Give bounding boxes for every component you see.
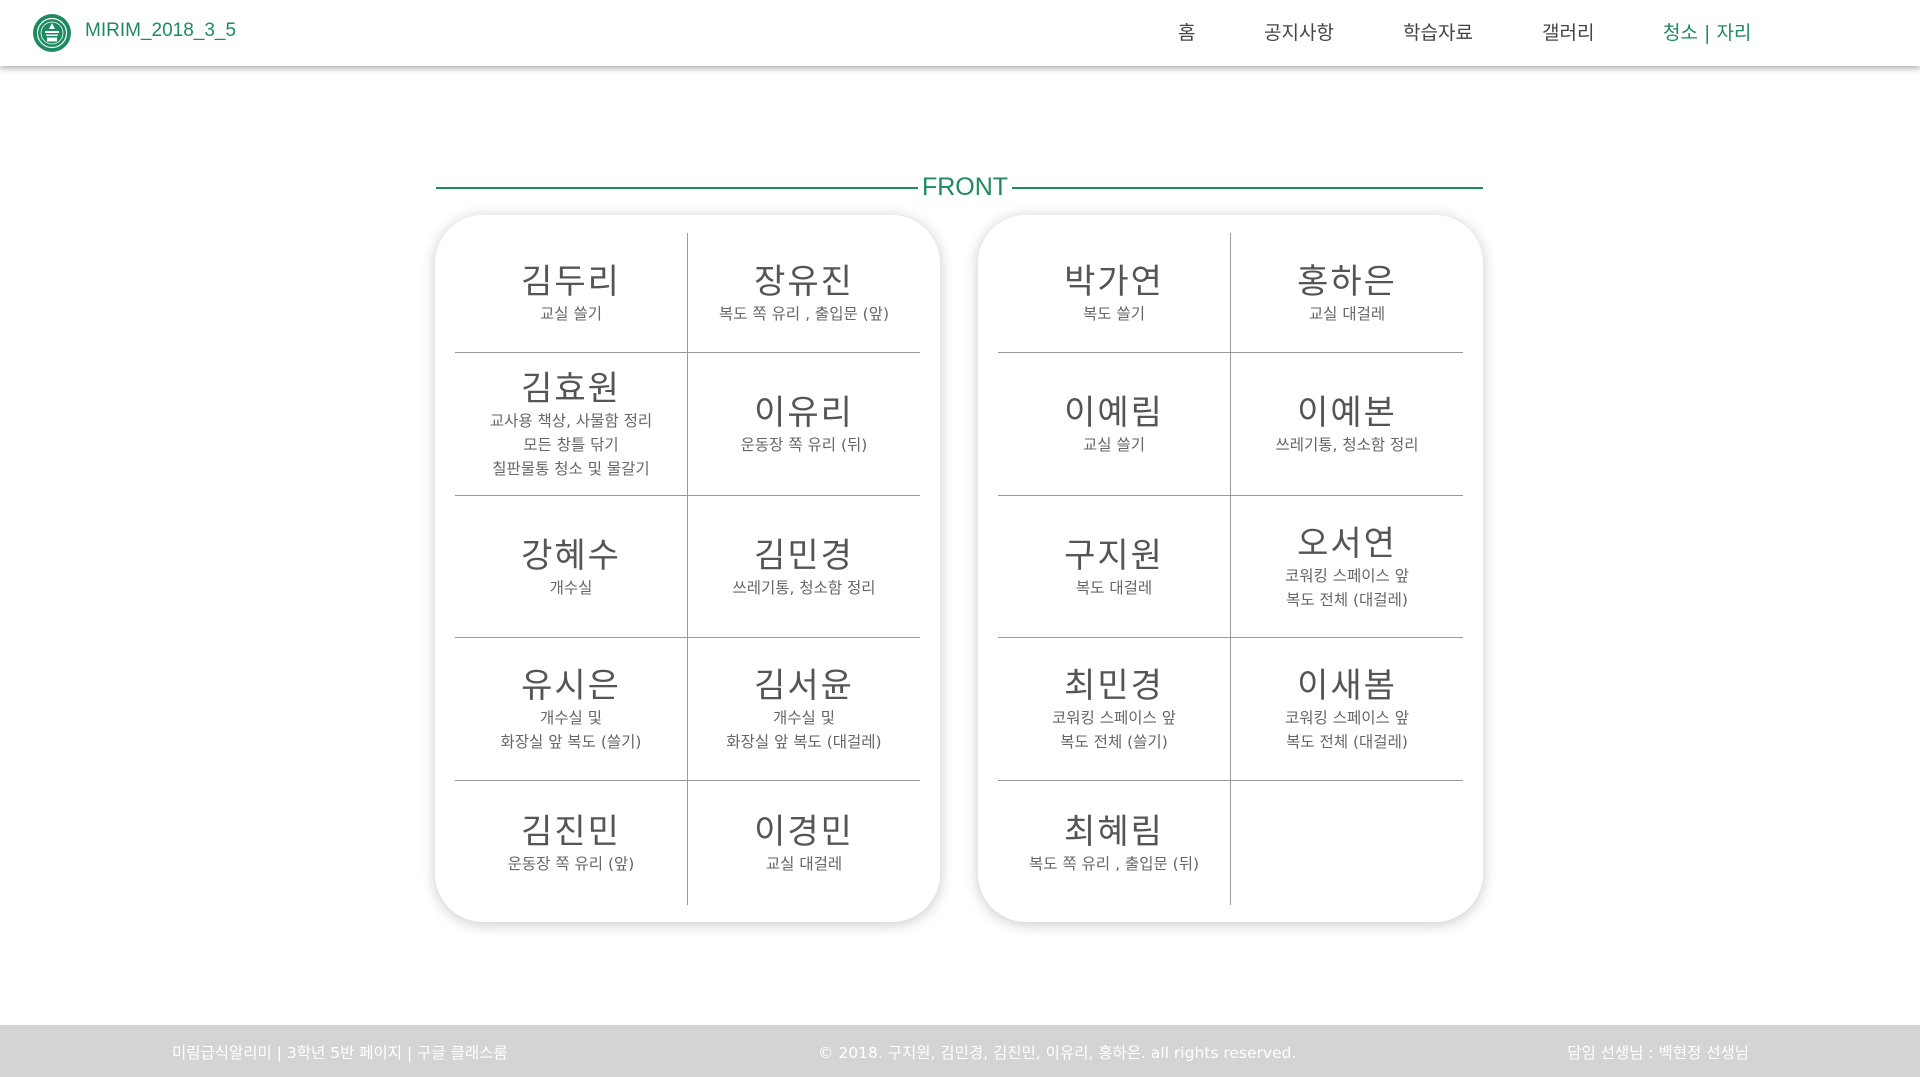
- seat-cell: 김서윤 개수실 및 화장실 앞 복도 (대걸레): [688, 638, 920, 781]
- page-footer: 미림급식알리미 | 3학년 5반 페이지 | 구글 클래스룸 © 2018. 구…: [0, 1025, 1920, 1077]
- student-name: 최혜림: [1064, 812, 1164, 852]
- cleaning-duty: 교실 대걸레: [1308, 304, 1386, 323]
- student-name: 유시은: [521, 666, 621, 706]
- seat-cell: 이유리 운동장 쪽 유리 (뒤): [688, 353, 920, 496]
- seat-cell-empty: [1231, 781, 1463, 905]
- student-name: 김효원: [521, 369, 621, 409]
- cleaning-duty: 교실 쓸기: [1083, 436, 1145, 454]
- nav-gallery[interactable]: 갤러리: [1542, 18, 1594, 45]
- seat-cell: 김진민 운동장 쪽 유리 (앞): [455, 781, 688, 905]
- student-name: 김진민: [521, 812, 621, 852]
- seat-cell: 이예본 쓰레기통, 청소함 정리: [1231, 353, 1463, 496]
- top-navbar: MIRIM_2018_3_5 홈 공지사항 학습자료 갤러리 청소 | 자리: [0, 0, 1920, 66]
- seat-cell: 구지원 복도 대걸레: [998, 496, 1231, 638]
- seat-cell: 오서연 코워킹 스페이스 앞 복도 전체 (대걸레): [1231, 496, 1463, 638]
- cleaning-duty: 코워킹 스페이스 앞 복도 전체 (대걸레): [1285, 709, 1409, 751]
- seating-board-right: 박가연 복도 쓸기 홍하은 교실 대걸레 이예림 교실 쓸기 이예본 쓰레기통,…: [978, 215, 1483, 922]
- cleaning-duty: 복도 대걸레: [1075, 578, 1153, 597]
- seat-cell: 이경민 교실 대걸레: [688, 781, 920, 905]
- cleaning-duty: 복도 쪽 유리 , 출입문 (앞): [719, 304, 889, 323]
- cleaning-duty: 운동장 쪽 유리 (앞): [507, 855, 635, 873]
- cleaning-duty: 운동장 쪽 유리 (뒤): [740, 436, 868, 454]
- main-nav: 홈 공지사항 학습자료 갤러리 청소 | 자리: [0, 18, 1920, 48]
- seating-board-left: 김두리 교실 쓸기 장유진 복도 쪽 유리 , 출입문 (앞) 김효원 교사용 …: [435, 215, 940, 922]
- nav-cleaning-seats[interactable]: 청소 | 자리: [1663, 18, 1751, 45]
- student-name: 이유리: [754, 393, 854, 433]
- cleaning-duty: 개수실 및 화장실 앞 복도 (대걸레): [726, 709, 882, 751]
- cleaning-duty: 코워킹 스페이스 앞 복도 전체 (대걸레): [1285, 566, 1409, 609]
- cleaning-duty: 교실 쓸기: [540, 304, 602, 323]
- student-name: 오서연: [1297, 523, 1397, 564]
- seat-cell: 김민경 쓰레기통, 청소함 정리: [688, 496, 920, 638]
- cleaning-duty: 개수실 및 화장실 앞 복도 (쓸기): [500, 709, 642, 751]
- cleaning-duty: 복도 쓸기: [1083, 304, 1145, 323]
- seat-cell: 강혜수 개수실: [455, 496, 688, 638]
- cleaning-duty: 쓰레기통, 청소함 정리: [1275, 436, 1419, 454]
- cleaning-duty: 쓰레기통, 청소함 정리: [732, 578, 876, 597]
- footer-teacher: 담임 선생님 : 백현정 선생님: [1567, 1044, 1749, 1062]
- seat-cell: 이예림 교실 쓸기: [998, 353, 1231, 496]
- seat-cell: 장유진 복도 쪽 유리 , 출입문 (앞): [688, 233, 920, 353]
- seat-cell: 박가연 복도 쓸기: [998, 233, 1231, 353]
- cleaning-duty: 복도 쪽 유리 , 출입문 (뒤): [1029, 855, 1199, 873]
- seat-cell: 이새봄 코워킹 스페이스 앞 복도 전체 (대걸레): [1231, 638, 1463, 781]
- nav-notices[interactable]: 공지사항: [1264, 18, 1334, 45]
- front-label: FRONT: [921, 173, 1009, 201]
- nav-home[interactable]: 홈: [1178, 18, 1195, 45]
- cleaning-duty: 개수실: [549, 578, 593, 597]
- seat-cell: 최혜림 복도 쪽 유리 , 출입문 (뒤): [998, 781, 1231, 905]
- student-name: 강혜수: [521, 535, 621, 576]
- footer-copyright: © 2018. 구지원, 김민경, 김진민, 이유리, 홍하은. all rig…: [818, 1044, 1297, 1062]
- seat-cell: 최민경 코워킹 스페이스 앞 복도 전체 (쓸기): [998, 638, 1231, 781]
- student-name: 이새봄: [1297, 666, 1397, 706]
- student-name: 이예림: [1064, 393, 1164, 433]
- front-divider-left: [436, 187, 918, 189]
- student-name: 이경민: [754, 812, 854, 852]
- student-name: 이예본: [1297, 393, 1397, 433]
- nav-study-materials[interactable]: 학습자료: [1403, 18, 1473, 45]
- student-name: 김민경: [754, 535, 854, 576]
- student-name: 홍하은: [1297, 261, 1397, 302]
- student-name: 김두리: [521, 261, 621, 302]
- student-name: 박가연: [1064, 261, 1164, 302]
- cleaning-duty: 교사용 책상, 사물함 정리 모든 창틀 닦기 칠판물통 청소 및 물갈기: [489, 412, 653, 478]
- seat-cell: 홍하은 교실 대걸레: [1231, 233, 1463, 353]
- footer-links[interactable]: 미림급식알리미 | 3학년 5반 페이지 | 구글 클래스룸: [172, 1041, 508, 1063]
- seat-cell: 유시은 개수실 및 화장실 앞 복도 (쓸기): [455, 638, 688, 781]
- student-name: 김서윤: [754, 666, 854, 706]
- student-name: 장유진: [754, 261, 854, 302]
- front-divider-right: [1012, 187, 1483, 189]
- student-name: 최민경: [1064, 666, 1164, 706]
- cleaning-duty: 교실 대걸레: [765, 855, 843, 873]
- seat-cell: 김효원 교사용 책상, 사물함 정리 모든 창틀 닦기 칠판물통 청소 및 물갈…: [455, 353, 688, 496]
- student-name: 구지원: [1064, 535, 1164, 576]
- seat-cell: 김두리 교실 쓸기: [455, 233, 688, 353]
- cleaning-duty: 코워킹 스페이스 앞 복도 전체 (쓸기): [1052, 709, 1176, 751]
